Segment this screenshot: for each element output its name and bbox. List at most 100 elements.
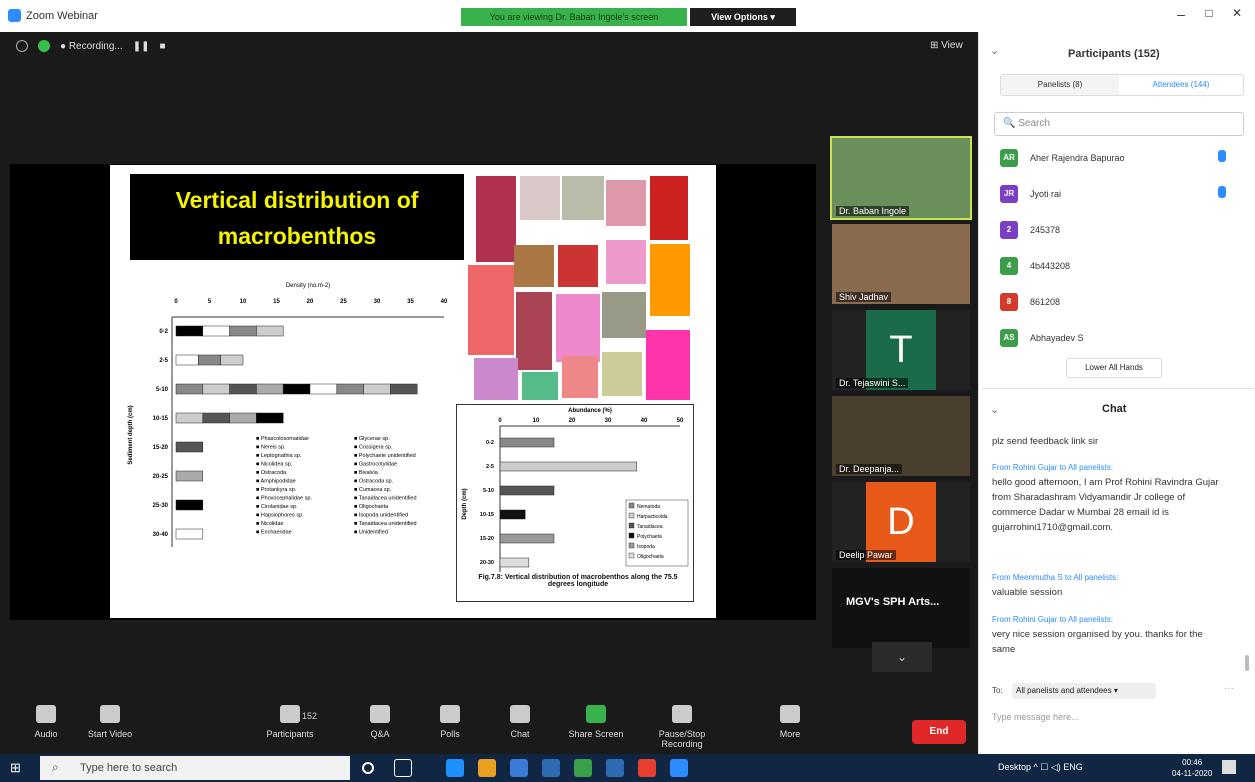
tab-attendees[interactable]: Attendees (144) xyxy=(1119,75,1243,95)
toolbar-q-a-button[interactable]: Q&A xyxy=(350,705,410,739)
toolbar-label: Pause/Stop Recording xyxy=(658,729,706,749)
participant-row[interactable]: 2 245378 xyxy=(1000,218,1240,242)
x-axis-label: Density (no.m-2) xyxy=(286,283,330,289)
toolbar-more-button[interactable]: More xyxy=(760,705,820,739)
video-tile[interactable]: T Dr. Tejaswini S... xyxy=(832,310,970,390)
maximize-button[interactable]: □ xyxy=(1196,6,1222,26)
close-button[interactable]: ✕ xyxy=(1224,6,1250,26)
raised-hand-icon xyxy=(1218,150,1226,162)
chat-text: hello good afternoon, I am Prof Rohini R… xyxy=(992,477,1219,533)
taskbar-app-icon[interactable] xyxy=(394,759,412,777)
lower-all-hands-button[interactable]: Lower All Hands xyxy=(1066,358,1162,378)
legend-entry: ■ Ostracoda sp. xyxy=(354,479,394,485)
taskbar-app-icon[interactable] xyxy=(670,759,688,777)
chat-text: plz send feedback link sir xyxy=(992,436,1099,447)
taskbar-app-icon[interactable] xyxy=(542,759,560,777)
x-tick-label: 20 xyxy=(307,299,314,305)
windows-start-icon[interactable]: ⊞ xyxy=(10,760,26,776)
avatar: 2 xyxy=(1000,221,1018,239)
specimen-photo xyxy=(474,358,518,400)
taskbar-app-icon[interactable] xyxy=(606,759,624,777)
x-tick-label: 10 xyxy=(533,418,540,424)
scroll-videos-down-icon[interactable]: ⌄ xyxy=(872,642,932,672)
pause-recording-icon[interactable]: ❚❚ xyxy=(133,41,150,52)
end-button[interactable]: End xyxy=(912,720,966,744)
video-tile[interactable]: Dr. Deepanja... xyxy=(832,396,970,476)
bar-segment xyxy=(336,383,364,395)
y-tick-label: 20-30 xyxy=(480,560,494,566)
toolbar-participants-button[interactable]: Participants 152 xyxy=(260,705,320,739)
toolbar-label: Q&A xyxy=(370,729,390,739)
x-tick-label: 10 xyxy=(240,299,247,305)
video-tile[interactable]: MGV's SPH Arts... xyxy=(832,568,970,648)
taskbar-app-icon[interactable] xyxy=(638,759,656,777)
collapse-icon[interactable]: ⌄ xyxy=(990,44,999,57)
legend-entry: ■ Phoxocephalidae sp. xyxy=(256,496,312,502)
participant-row[interactable]: 4 4b443208 xyxy=(1000,254,1240,278)
legend-entry: ■ Ostracoda xyxy=(256,470,287,476)
legend-entry: Nematoda xyxy=(637,504,660,510)
toolbar-chat-button[interactable]: Chat xyxy=(490,705,550,739)
view-options-button[interactable]: View Options ▾ xyxy=(690,8,796,26)
toolbar-pause-stop-recording-button[interactable]: Pause/Stop Recording xyxy=(652,705,712,749)
participant-name-label: Dr. Deepanja... xyxy=(836,464,903,474)
taskbar-app-icon[interactable] xyxy=(510,759,528,777)
chat-input[interactable]: Type message here... xyxy=(992,712,1079,722)
x-tick-label: 5 xyxy=(208,299,212,305)
toolbar-start-video-button[interactable]: Start Video xyxy=(80,705,140,739)
participant-row[interactable]: JR Jyoti rai xyxy=(1000,182,1240,206)
participant-row[interactable]: 8 861208 xyxy=(1000,290,1240,314)
bar xyxy=(499,485,555,496)
taskbar-app-icon[interactable] xyxy=(362,762,374,774)
tab-panelists[interactable]: Panelists (8) xyxy=(1001,75,1119,95)
avatar: AS xyxy=(1000,329,1018,347)
avatar: JR xyxy=(1000,185,1018,203)
avatar: AR xyxy=(1000,149,1018,167)
x-tick-label: 0 xyxy=(174,299,178,305)
bar-segment xyxy=(175,499,204,511)
bar xyxy=(499,461,638,472)
participant-count: 152 xyxy=(302,711,318,721)
bar-segment xyxy=(198,354,221,366)
toolbar-audio-button[interactable]: Audio xyxy=(16,705,76,739)
info-icon[interactable] xyxy=(16,40,28,52)
specimen-photo xyxy=(562,176,604,220)
bar-segment xyxy=(202,412,230,424)
shield-icon[interactable] xyxy=(38,40,50,52)
legend-swatch xyxy=(628,542,635,549)
taskbar-app-icon[interactable] xyxy=(574,759,592,777)
x-tick-label: 35 xyxy=(407,299,414,305)
collapse-chat-icon[interactable]: ⌄ xyxy=(990,403,999,416)
chat-to-label: To: xyxy=(992,686,1003,695)
more-icon xyxy=(780,705,800,723)
video-tile[interactable]: Shiv Jadhav xyxy=(832,224,970,304)
specimen-photo xyxy=(514,245,554,287)
taskbar-app-icon[interactable] xyxy=(478,759,496,777)
participant-search-input[interactable]: 🔍 Search xyxy=(994,112,1244,136)
search-icon: ⌕ xyxy=(52,760,59,774)
taskbar-app-icon[interactable] xyxy=(446,759,464,777)
legend-entry: ■ Enchaeridae xyxy=(256,530,292,536)
view-button[interactable]: ⊞ View xyxy=(930,40,963,51)
participant-row[interactable]: AS Abhayadev S xyxy=(1000,326,1240,350)
participant-row[interactable]: AR Aher Rajendra Bapurao xyxy=(1000,146,1240,170)
taskbar-search-input[interactable]: Type here to search xyxy=(40,756,350,780)
notifications-icon[interactable] xyxy=(1222,760,1236,774)
x-tick-label: 40 xyxy=(641,418,648,424)
toolbar-share-screen-button[interactable]: Share Screen xyxy=(566,705,626,739)
window-title: Zoom Webinar xyxy=(8,9,98,22)
chat-scrollbar[interactable] xyxy=(1245,655,1249,671)
stop-recording-icon[interactable]: ■ xyxy=(160,41,166,52)
video-tile[interactable]: Dr. Baban Ingole xyxy=(830,136,972,220)
y-tick-label: 30-40 xyxy=(153,532,169,538)
toolbar-polls-button[interactable]: Polls xyxy=(420,705,480,739)
minimize-button[interactable]: – xyxy=(1168,6,1194,26)
legend-entry: Tanaidacea xyxy=(637,524,663,530)
bar-segment xyxy=(256,412,284,424)
video-tile[interactable]: D Deelip Pawar xyxy=(832,482,970,562)
specimen-photo xyxy=(602,292,646,338)
y-tick-label: 5-10 xyxy=(483,488,494,494)
chat-recipient-select[interactable]: All panelists and attendees ▾ xyxy=(1012,683,1156,699)
taskbar-clock[interactable]: 00:46 04-11-2020 xyxy=(1172,757,1212,779)
chat-more-icon[interactable]: ··· xyxy=(1224,683,1234,694)
